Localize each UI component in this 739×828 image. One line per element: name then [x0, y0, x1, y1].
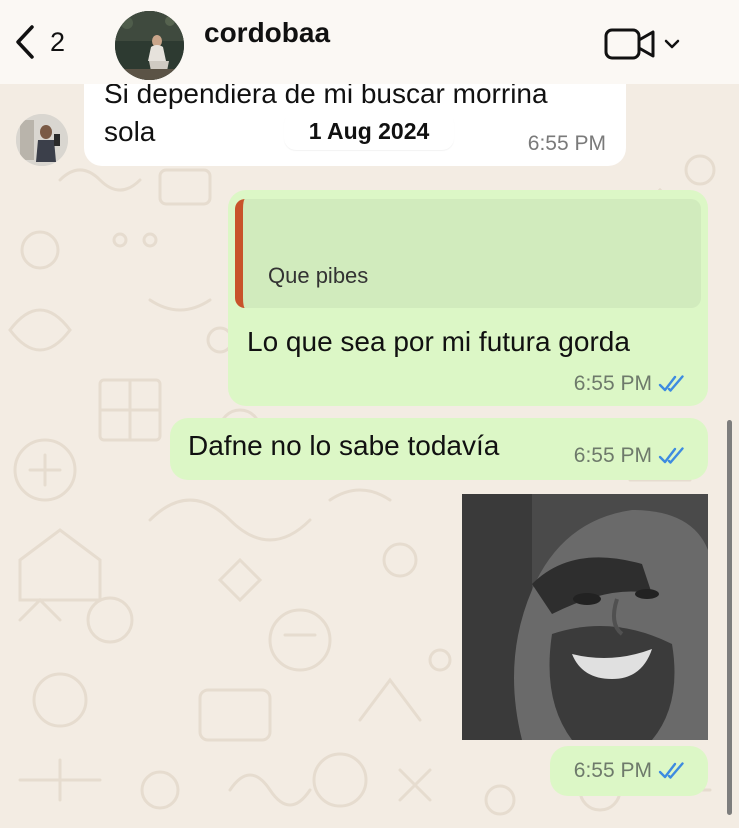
outgoing-message-text: Dafne no lo sabe todavía — [188, 430, 500, 461]
quoted-message[interactable]: Que pibes — [235, 199, 701, 308]
outgoing-message-time: 6:55 PM — [573, 444, 652, 467]
sender-avatar-photo — [16, 114, 68, 166]
reply-message-time: 6:55 PM — [573, 372, 652, 395]
contact-name[interactable]: cordobaa — [204, 17, 330, 49]
outgoing-reply-bubble[interactable]: Que pibes Lo que sea por mi futura gorda… — [228, 190, 708, 406]
image-thumbnail — [462, 494, 708, 740]
video-camera-icon — [604, 28, 655, 60]
date-separator: 1 Aug 2024 — [284, 112, 454, 150]
avatar-photo — [115, 11, 184, 80]
back-button[interactable]: 2 — [14, 24, 65, 60]
reply-message-text: Lo que sea por mi futura gorda — [247, 326, 630, 357]
image-message-meta: 6:55 PM — [574, 759, 688, 783]
scroll-indicator[interactable] — [727, 420, 732, 815]
incoming-message-time: 6:55 PM — [527, 132, 606, 155]
image-message[interactable] — [462, 494, 708, 740]
unread-count: 2 — [50, 26, 66, 57]
double-check-icon — [658, 447, 684, 464]
contact-avatar[interactable] — [115, 11, 184, 80]
chevron-left-icon — [16, 25, 34, 59]
incoming-message-text-line2: sola — [104, 116, 156, 147]
quoted-message-text: Que pibes — [268, 263, 369, 288]
sender-avatar[interactable] — [16, 114, 68, 166]
outgoing-message-bubble[interactable]: Dafne no lo sabe todavía 6:55 PM — [170, 418, 708, 480]
image-message-time: 6:55 PM — [573, 759, 652, 782]
chat-header: 2 cordobaa — [0, 0, 739, 84]
double-check-icon — [658, 375, 684, 392]
outgoing-message-meta: 6:55 PM — [574, 444, 688, 468]
chevron-down-icon — [664, 39, 680, 49]
double-check-icon — [658, 762, 684, 779]
image-message-meta-bubble: 6:55 PM — [550, 746, 708, 796]
reply-message-meta: 6:55 PM — [574, 372, 688, 396]
video-call-button[interactable] — [604, 27, 680, 61]
